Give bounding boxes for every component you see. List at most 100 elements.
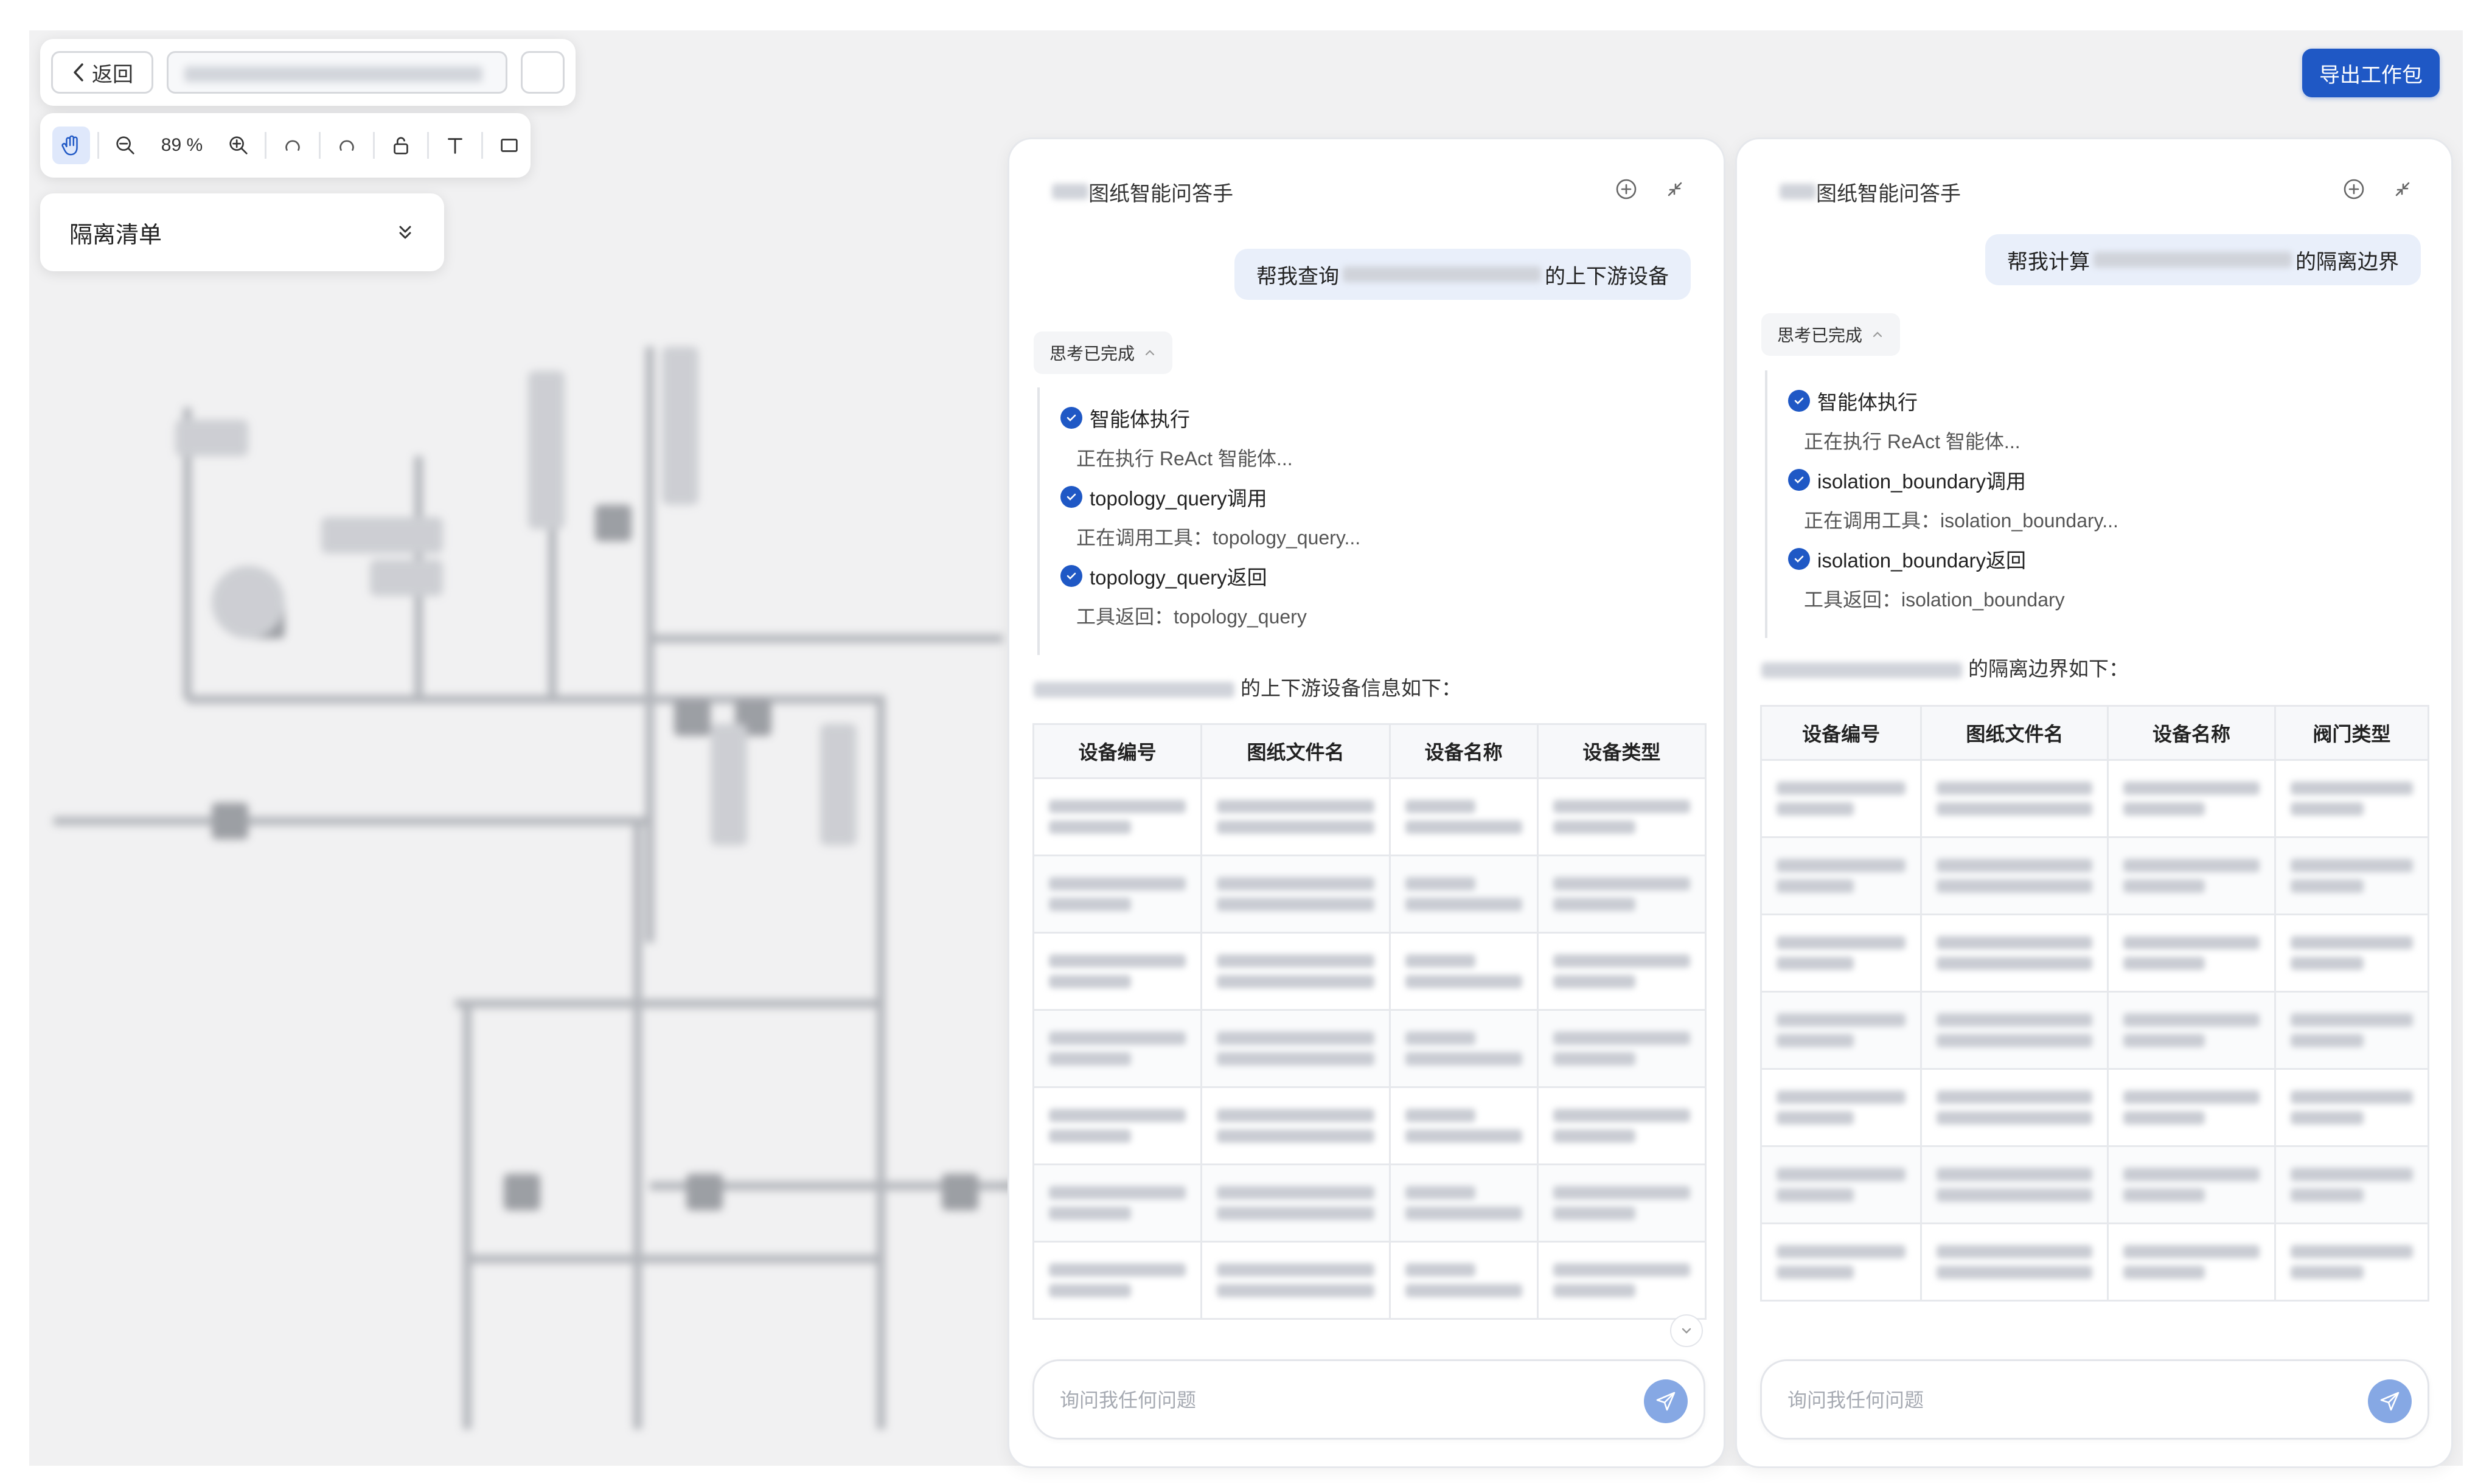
table-cell-redacted [1032,932,1203,1011]
step-tool-return-detail: 工具返回：topology_query [1076,606,1307,628]
table-row [1759,991,2430,1070]
table-cell-redacted [1032,1086,1203,1165]
table-row [1759,836,2430,915]
table-cell-redacted [1759,836,1923,915]
step-agent-exec-detail: 正在执行 ReAct 智能体... [1804,431,2020,452]
table-cell-redacted [1200,932,1391,1011]
step-agent-exec-detail: 正在执行 ReAct 智能体... [1076,448,1293,470]
table-header-row: 设备编号 图纸文件名 设备名称 设备类型 [1032,723,1707,779]
isolation-list-dropdown[interactable]: 隔离清单 [40,193,444,271]
step-label: isolation_boundary调用 [1817,470,2027,493]
user-message: 帮我计算 的隔离边界 [1985,234,2421,285]
col-header: 阀门类型 [2274,705,2430,761]
collapse-icon[interactable] [1663,177,1687,201]
table-cell-redacted [1759,914,1923,993]
send-button[interactable] [2368,1379,2412,1423]
table-cell-redacted [2274,759,2430,838]
table-cell-redacted [1388,932,1539,1011]
table-cell-redacted [1536,1163,1707,1243]
table-cell-redacted [1536,932,1707,1011]
col-header: 设备名称 [2107,705,2276,761]
table-row [1032,777,1707,856]
table-cell-redacted [2274,836,2430,915]
file-action-button[interactable] [521,51,565,94]
step-label: isolation_boundary返回 [1817,549,2027,572]
rectangle-tool-button[interactable] [490,127,528,164]
export-work-package-button[interactable]: 导出工作包 [2302,49,2440,97]
table-cell-redacted [1920,836,2109,915]
step-tool-call: topology_query调用 [1060,482,1267,511]
back-button[interactable]: 返回 [51,51,153,94]
chat-input-box [1032,1359,1705,1440]
table-cell-redacted [1388,1241,1539,1320]
lock-icon [394,137,408,154]
col-header: 设备编号 [1759,705,1923,761]
table-cell-redacted [2274,914,2430,993]
file-name-redacted [184,66,482,82]
chevron-up-icon [1873,331,1882,338]
zoom-in-button[interactable] [220,127,257,164]
result-intro-text: 的隔离边界如下： [1968,657,2129,680]
table-header-row: 设备编号 图纸文件名 设备名称 阀门类型 [1759,705,2430,761]
panel-title: 图纸智能问答手 [1088,182,1233,206]
table-cell-redacted [1759,1145,1923,1224]
step-tool-call: isolation_boundary调用 [1788,465,2026,494]
thinking-label: 思考已完成 [1777,326,1863,345]
thinking-toggle[interactable]: 思考已完成 [1034,331,1173,374]
lock-tool-button[interactable] [382,127,420,164]
equipment-tag-redacted [1343,266,1541,282]
check-icon [1060,565,1082,587]
table-cell-redacted [1536,1086,1707,1165]
table-cell-redacted [2274,1068,2430,1147]
new-chat-icon[interactable] [1614,177,1638,201]
table-cell-redacted [2107,1145,2276,1224]
table-cell-redacted [2107,914,2276,993]
undo-button[interactable] [274,127,312,164]
chat-input[interactable] [1786,1379,2255,1421]
table-cell-redacted [1920,759,2109,838]
check-icon [1060,486,1082,508]
text-tool-button[interactable] [436,127,474,164]
scroll-down-button[interactable] [1670,1314,1703,1347]
text-icon [448,138,462,154]
zoom-in-icon [229,136,248,154]
table-cell-redacted [1200,1163,1391,1243]
tool-separator [427,132,429,159]
equipment-tag-redacted [2093,252,2292,268]
title-redacted [1052,184,1088,199]
table-cell-redacted [1200,1241,1391,1320]
table-cell-redacted [1200,777,1391,856]
rectangle-icon [501,139,518,152]
user-message-prefix: 帮我计算 [2007,250,2090,274]
step-agent-exec: 智能体执行 [1788,386,1918,415]
zoom-level: 89 % [161,135,203,155]
redo-button[interactable] [328,127,366,164]
step-label: 智能体执行 [1817,391,1918,414]
collapse-icon[interactable] [2390,177,2415,201]
chat-input[interactable] [1059,1379,1530,1421]
table-cell-redacted [1920,991,2109,1070]
chevron-down-icon [1682,1328,1691,1334]
table-cell-redacted [1200,855,1391,934]
table-row [1032,1086,1707,1165]
step-label: topology_query返回 [1090,566,1267,589]
redo-icon [339,140,354,151]
file-name-field[interactable] [167,51,507,94]
pan-tool-button[interactable] [52,127,90,164]
table-cell-redacted [2274,1222,2430,1302]
table-row [1759,759,2430,838]
panel-title: 图纸智能问答手 [1816,182,1961,206]
col-header: 设备类型 [1536,723,1707,779]
tool-separator [319,132,321,159]
table-cell-redacted [1200,1086,1391,1165]
send-button[interactable] [1644,1379,1688,1423]
result-table: 设备编号 图纸文件名 设备名称 设备类型 [1032,723,1707,1320]
thinking-toggle[interactable]: 思考已完成 [1761,313,1901,356]
hand-icon [61,135,78,156]
panel-header: 图纸智能问答手 [1780,173,2415,210]
user-message-suffix: 的上下游设备 [1545,265,1669,288]
send-icon [2380,1392,2400,1411]
table-cell-redacted [1388,1086,1539,1165]
zoom-out-button[interactable] [106,127,144,164]
new-chat-icon[interactable] [2342,177,2366,201]
